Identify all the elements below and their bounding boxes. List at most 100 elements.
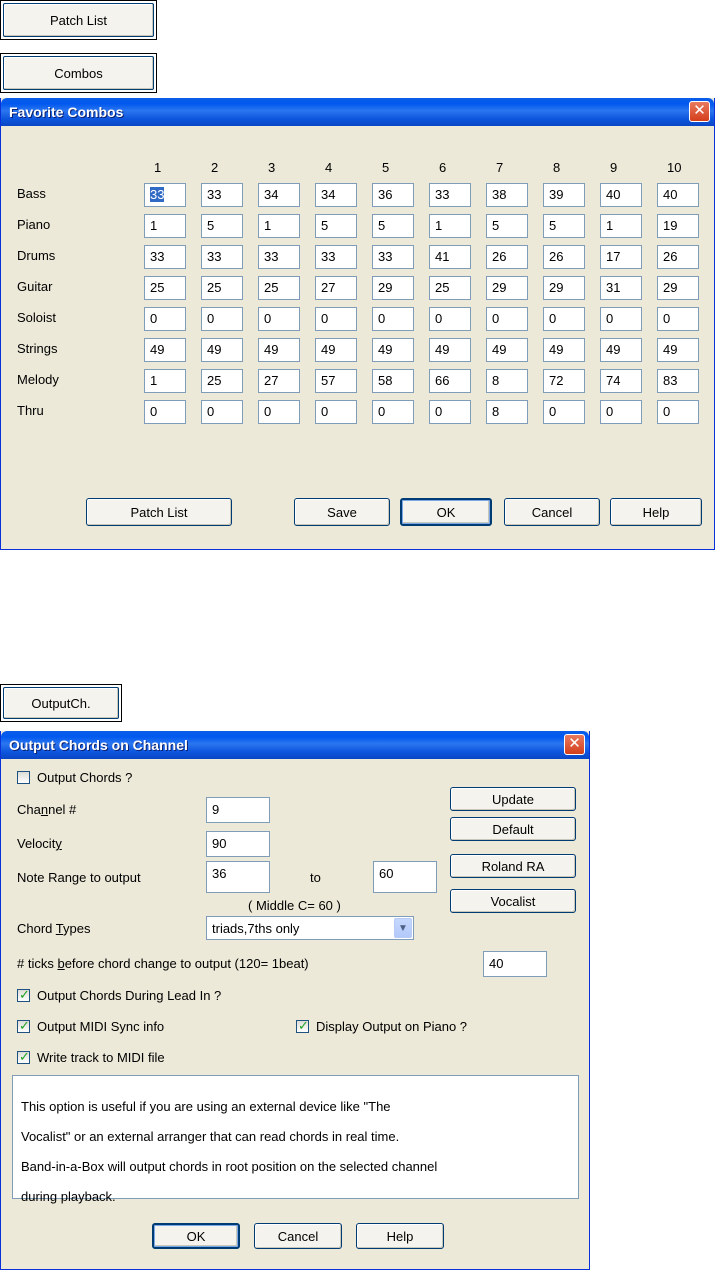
patch-list-top-button[interactable]: Patch List bbox=[3, 3, 154, 37]
patch-cell-guitar-7[interactable]: 29 bbox=[486, 276, 528, 300]
patch-cell-thru-10[interactable]: 0 bbox=[657, 400, 699, 424]
midi-sync-checkbox[interactable]: ✓ bbox=[17, 1018, 30, 1033]
patch-cell-drums-3[interactable]: 33 bbox=[258, 245, 300, 269]
patch-cell-bass-8[interactable]: 39 bbox=[543, 183, 585, 207]
chevron-down-icon[interactable]: ▼ bbox=[394, 918, 412, 938]
save-button[interactable]: Save bbox=[294, 498, 390, 526]
patch-cell-piano-8[interactable]: 5 bbox=[543, 214, 585, 238]
patch-cell-melody-1[interactable]: 1 bbox=[144, 369, 186, 393]
patch-cell-strings-6[interactable]: 49 bbox=[429, 338, 471, 362]
patch-cell-piano-9[interactable]: 1 bbox=[600, 214, 642, 238]
patch-cell-bass-9[interactable]: 40 bbox=[600, 183, 642, 207]
patch-cell-bass-4[interactable]: 34 bbox=[315, 183, 357, 207]
patch-cell-piano-3[interactable]: 1 bbox=[258, 214, 300, 238]
close-icon[interactable]: ✕ bbox=[689, 101, 710, 122]
patch-cell-guitar-9[interactable]: 31 bbox=[600, 276, 642, 300]
help-button[interactable]: Help bbox=[356, 1223, 444, 1249]
patch-cell-piano-10[interactable]: 19 bbox=[657, 214, 699, 238]
patch-cell-drums-1[interactable]: 33 bbox=[144, 245, 186, 269]
patch-cell-thru-7[interactable]: 8 bbox=[486, 400, 528, 424]
patch-cell-strings-10[interactable]: 49 bbox=[657, 338, 699, 362]
patch-cell-bass-10[interactable]: 40 bbox=[657, 183, 699, 207]
patch-cell-melody-10[interactable]: 83 bbox=[657, 369, 699, 393]
patch-cell-drums-6[interactable]: 41 bbox=[429, 245, 471, 269]
patch-cell-thru-9[interactable]: 0 bbox=[600, 400, 642, 424]
cancel-button[interactable]: Cancel bbox=[254, 1223, 342, 1249]
note-range-to-field[interactable]: 60 bbox=[373, 861, 437, 893]
patch-cell-guitar-2[interactable]: 25 bbox=[201, 276, 243, 300]
patch-cell-drums-4[interactable]: 33 bbox=[315, 245, 357, 269]
patch-cell-melody-4[interactable]: 57 bbox=[315, 369, 357, 393]
ok-button[interactable]: OK bbox=[400, 498, 492, 526]
patch-cell-guitar-5[interactable]: 29 bbox=[372, 276, 414, 300]
patch-cell-bass-1[interactable]: 33 bbox=[144, 183, 186, 207]
patch-cell-strings-1[interactable]: 49 bbox=[144, 338, 186, 362]
patch-cell-drums-8[interactable]: 26 bbox=[543, 245, 585, 269]
patch-cell-melody-8[interactable]: 72 bbox=[543, 369, 585, 393]
patch-cell-melody-2[interactable]: 25 bbox=[201, 369, 243, 393]
patch-list-button[interactable]: Patch List bbox=[86, 498, 232, 526]
patch-cell-guitar-6[interactable]: 25 bbox=[429, 276, 471, 300]
patch-cell-soloist-5[interactable]: 0 bbox=[372, 307, 414, 331]
roland-ra-button[interactable]: Roland RA bbox=[450, 854, 576, 878]
patch-cell-melody-3[interactable]: 27 bbox=[258, 369, 300, 393]
patch-cell-bass-2[interactable]: 33 bbox=[201, 183, 243, 207]
output-chords-checkbox[interactable] bbox=[17, 771, 30, 784]
patch-cell-drums-10[interactable]: 26 bbox=[657, 245, 699, 269]
update-button[interactable]: Update bbox=[450, 787, 576, 811]
patch-cell-bass-6[interactable]: 33 bbox=[429, 183, 471, 207]
patch-cell-piano-4[interactable]: 5 bbox=[315, 214, 357, 238]
write-track-checkbox[interactable]: ✓ bbox=[17, 1049, 30, 1064]
patch-cell-thru-6[interactable]: 0 bbox=[429, 400, 471, 424]
patch-cell-soloist-8[interactable]: 0 bbox=[543, 307, 585, 331]
patch-cell-piano-5[interactable]: 5 bbox=[372, 214, 414, 238]
patch-cell-soloist-10[interactable]: 0 bbox=[657, 307, 699, 331]
patch-cell-piano-2[interactable]: 5 bbox=[201, 214, 243, 238]
display-piano-checkbox[interactable]: ✓ bbox=[296, 1018, 309, 1033]
patch-cell-soloist-3[interactable]: 0 bbox=[258, 307, 300, 331]
patch-cell-soloist-9[interactable]: 0 bbox=[600, 307, 642, 331]
patch-cell-drums-5[interactable]: 33 bbox=[372, 245, 414, 269]
patch-cell-piano-6[interactable]: 1 bbox=[429, 214, 471, 238]
patch-cell-soloist-6[interactable]: 0 bbox=[429, 307, 471, 331]
patch-cell-melody-6[interactable]: 66 bbox=[429, 369, 471, 393]
patch-cell-thru-2[interactable]: 0 bbox=[201, 400, 243, 424]
patch-cell-soloist-1[interactable]: 0 bbox=[144, 307, 186, 331]
combos-top-button[interactable]: Combos bbox=[3, 56, 154, 90]
patch-cell-guitar-3[interactable]: 25 bbox=[258, 276, 300, 300]
patch-cell-strings-3[interactable]: 49 bbox=[258, 338, 300, 362]
patch-cell-strings-2[interactable]: 49 bbox=[201, 338, 243, 362]
patch-cell-strings-8[interactable]: 49 bbox=[543, 338, 585, 362]
patch-cell-drums-2[interactable]: 33 bbox=[201, 245, 243, 269]
patch-cell-melody-5[interactable]: 58 bbox=[372, 369, 414, 393]
patch-cell-strings-9[interactable]: 49 bbox=[600, 338, 642, 362]
default-button[interactable]: Default bbox=[450, 817, 576, 841]
patch-cell-bass-7[interactable]: 38 bbox=[486, 183, 528, 207]
chord-types-select[interactable]: triads,7ths only ▼ bbox=[206, 916, 414, 940]
patch-cell-melody-9[interactable]: 74 bbox=[600, 369, 642, 393]
patch-cell-piano-1[interactable]: 1 bbox=[144, 214, 186, 238]
channel-field[interactable]: 9 bbox=[206, 797, 270, 823]
patch-cell-thru-4[interactable]: 0 bbox=[315, 400, 357, 424]
outputch-top-button[interactable]: OutputCh. bbox=[3, 687, 119, 719]
patch-cell-melody-7[interactable]: 8 bbox=[486, 369, 528, 393]
patch-cell-thru-8[interactable]: 0 bbox=[543, 400, 585, 424]
patch-cell-thru-5[interactable]: 0 bbox=[372, 400, 414, 424]
patch-cell-strings-5[interactable]: 49 bbox=[372, 338, 414, 362]
patch-cell-strings-4[interactable]: 49 bbox=[315, 338, 357, 362]
velocity-field[interactable]: 90 bbox=[206, 831, 270, 857]
patch-cell-bass-3[interactable]: 34 bbox=[258, 183, 300, 207]
patch-cell-bass-5[interactable]: 36 bbox=[372, 183, 414, 207]
patch-cell-thru-1[interactable]: 0 bbox=[144, 400, 186, 424]
patch-cell-guitar-10[interactable]: 29 bbox=[657, 276, 699, 300]
patch-cell-guitar-1[interactable]: 25 bbox=[144, 276, 186, 300]
ticks-field[interactable]: 40 bbox=[483, 951, 547, 977]
patch-cell-piano-7[interactable]: 5 bbox=[486, 214, 528, 238]
during-lead-in-checkbox[interactable]: ✓ bbox=[17, 987, 30, 1002]
patch-cell-drums-7[interactable]: 26 bbox=[486, 245, 528, 269]
help-button[interactable]: Help bbox=[610, 498, 702, 526]
cancel-button[interactable]: Cancel bbox=[504, 498, 600, 526]
close-icon[interactable]: ✕ bbox=[564, 734, 585, 755]
patch-cell-guitar-4[interactable]: 27 bbox=[315, 276, 357, 300]
ok-button[interactable]: OK bbox=[152, 1223, 240, 1249]
